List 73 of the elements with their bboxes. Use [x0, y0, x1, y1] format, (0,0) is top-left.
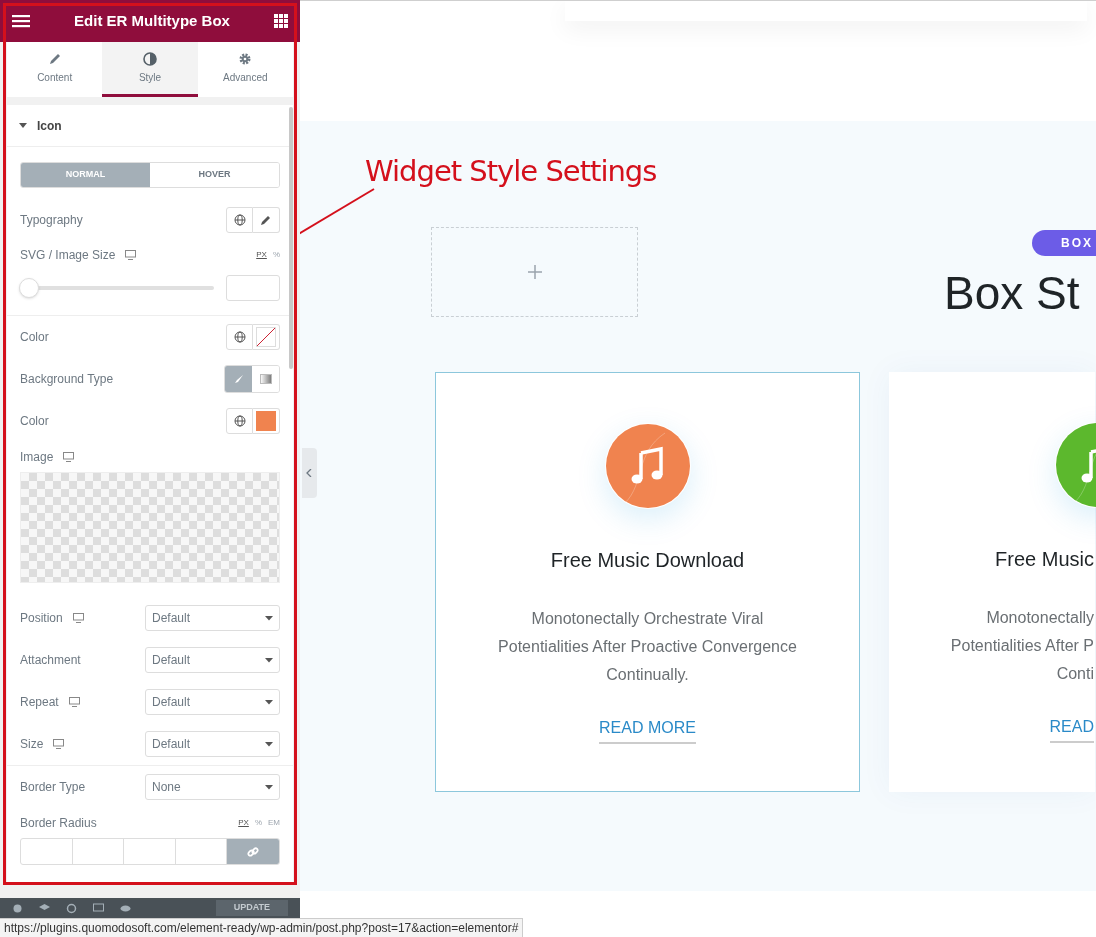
- section-heading: Box St: [944, 266, 1080, 321]
- color-picker[interactable]: [253, 324, 280, 350]
- monitor-icon: [93, 902, 104, 914]
- unit-option[interactable]: EM: [268, 817, 280, 829]
- edit-button[interactable]: [253, 206, 280, 233]
- pencil-icon: [47, 51, 62, 66]
- global-button[interactable]: [226, 408, 253, 434]
- panel-toggle[interactable]: [302, 448, 317, 498]
- slider-thumb[interactable]: [19, 278, 39, 298]
- unit-option[interactable]: PX: [256, 249, 267, 261]
- status-bar: https://plugins.quomodosoft.com/element-ready/wp-admin/post.php?post=17&action=elementor#: [0, 918, 524, 937]
- control-label: Typography: [20, 211, 83, 229]
- tab[interactable]: Style: [102, 42, 198, 97]
- card-title: Free Music Download: [550, 548, 745, 573]
- caret-icon: [265, 657, 273, 663]
- tag-badge: BOX: [1032, 230, 1096, 256]
- control-label: Color: [20, 329, 49, 346]
- menu-icon: [12, 14, 30, 28]
- caret-icon: [265, 615, 273, 621]
- panel-title: Edit ER Multitype Box: [74, 10, 230, 31]
- unit-option[interactable]: PX: [238, 817, 249, 829]
- unit-option[interactable]: %: [254, 817, 262, 829]
- caret-icon: [265, 699, 273, 705]
- add-section-area[interactable]: [431, 227, 638, 317]
- link-icon: [247, 845, 259, 858]
- choice-button[interactable]: [225, 366, 252, 392]
- card-text: Conti: [1056, 664, 1094, 684]
- control-label: Color: [20, 413, 49, 430]
- global-button[interactable]: [226, 324, 253, 350]
- control-label: Background Type: [20, 371, 114, 388]
- annotation-text: Widget Style Settings: [365, 153, 657, 190]
- card-text: Monotonectally: [986, 608, 1094, 628]
- globe-icon: [233, 415, 246, 427]
- unit-option[interactable]: %: [272, 249, 280, 261]
- global-button[interactable]: [226, 206, 253, 233]
- read-more-link[interactable]: READ MORE: [599, 716, 696, 744]
- control-label: SVG / Image Size: [20, 247, 116, 264]
- control-label: Position: [20, 610, 63, 627]
- control-label: Image: [20, 449, 54, 466]
- no-color-icon: [256, 327, 276, 347]
- globe-icon: [233, 213, 246, 226]
- select-field[interactable]: Default: [145, 647, 280, 673]
- number-input[interactable]: [226, 275, 280, 301]
- caret-icon: [265, 741, 273, 747]
- select-field[interactable]: Default: [145, 731, 280, 757]
- control-label: Border Radius: [20, 815, 97, 832]
- grid-icon: [274, 14, 288, 28]
- control-label: Size: [20, 736, 44, 753]
- link-button[interactable]: [227, 839, 279, 864]
- select-field[interactable]: Default: [145, 605, 280, 631]
- pencil-icon: [260, 213, 272, 226]
- card-text: Monotonectally Orchestrate Viral: [531, 609, 764, 629]
- control-label: Repeat: [20, 694, 59, 711]
- brush-icon: [232, 373, 245, 385]
- plus-icon: [527, 265, 542, 279]
- dimensions-field[interactable]: [20, 838, 280, 865]
- control-label: Border Type: [20, 779, 86, 796]
- card-text: Continually.: [606, 665, 689, 685]
- image-chooser[interactable]: [20, 472, 280, 583]
- read-more-link[interactable]: READ: [1049, 715, 1094, 743]
- control-label: Attachment: [20, 652, 81, 669]
- card-text: Potentialities After Proactive Convergence: [498, 637, 797, 657]
- card-title: Free Music: [995, 547, 1094, 572]
- globe-icon: [233, 331, 246, 343]
- slider[interactable]: [19, 278, 214, 298]
- gradient-icon: [259, 374, 272, 384]
- contrast-icon: [143, 51, 157, 66]
- caret-icon: [265, 784, 273, 790]
- update-button[interactable]: UPDATE: [215, 900, 288, 916]
- select-field[interactable]: None: [145, 774, 280, 800]
- card-text: Potentialities After P: [950, 636, 1094, 656]
- chevron-icon: [306, 469, 312, 477]
- select-field[interactable]: Default: [145, 689, 280, 715]
